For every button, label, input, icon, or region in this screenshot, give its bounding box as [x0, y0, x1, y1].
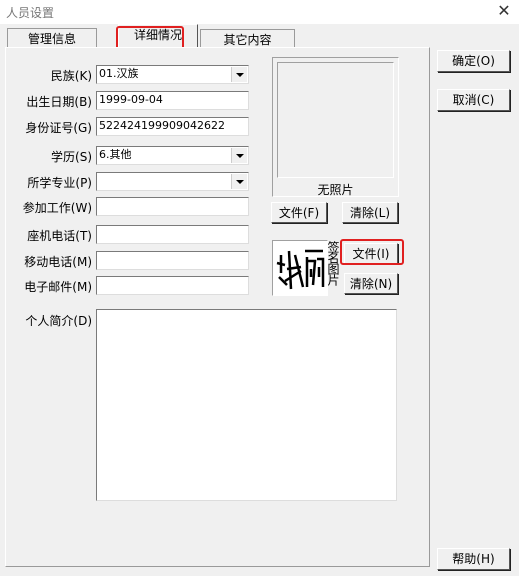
id-number-value: 522424199909042622 [99, 119, 225, 132]
ethnicity-select[interactable]: 01.汉族 [96, 65, 249, 84]
chevron-down-icon[interactable] [231, 67, 247, 82]
tab-label: 管理信息 [27, 32, 76, 46]
mobile-field[interactable] [96, 251, 249, 270]
email-field[interactable] [96, 276, 249, 295]
person-settings-dialog: 人员设置 ✕ 管理信息 详细情况 其它内容 民族(K) 01.汉族 出生日期(B… [0, 0, 519, 576]
photo-box [277, 62, 394, 178]
photo-caption: 无照片 [317, 183, 354, 197]
education-label: 学历(S) [51, 150, 92, 164]
cancel-button[interactable]: 取消(C) [437, 89, 510, 111]
email-label: 电子邮件(M) [24, 280, 92, 294]
help-button[interactable]: 帮助(H) [437, 548, 510, 570]
bio-textarea[interactable] [96, 309, 397, 501]
signature-drawing [276, 249, 325, 290]
photo-file-button[interactable]: 文件(F) [271, 202, 327, 223]
education-select[interactable]: 6.其他 [96, 146, 249, 165]
signature-file-highlight [340, 239, 404, 265]
title-bar: 人员设置 ✕ [0, 0, 519, 24]
id-number-field[interactable]: 522424199909042622 [96, 117, 249, 136]
bio-label: 个人简介(D) [25, 314, 92, 328]
tab-label: 其它内容 [223, 33, 272, 47]
major-label: 所学专业(P) [27, 176, 92, 190]
ethnicity-label: 民族(K) [50, 69, 92, 83]
signature-image [272, 240, 328, 296]
chevron-down-icon[interactable] [231, 174, 247, 189]
education-value: 6.其他 [99, 148, 132, 161]
work-start-field[interactable] [96, 197, 249, 216]
close-icon[interactable]: ✕ [495, 2, 513, 20]
ethnicity-value: 01.汉族 [99, 67, 139, 80]
major-select[interactable] [96, 172, 249, 191]
chevron-down-icon[interactable] [231, 148, 247, 163]
birthdate-field[interactable]: 1999-09-04 [96, 91, 249, 110]
mobile-label: 移动电话(M) [24, 255, 92, 269]
signature-clear-button[interactable]: 清除(N) [344, 273, 398, 294]
id-number-label: 身份证号(G) [25, 121, 92, 135]
ok-button[interactable]: 确定(O) [437, 50, 510, 72]
landline-field[interactable] [96, 225, 249, 244]
work-start-label: 参加工作(W) [22, 201, 92, 215]
window-title: 人员设置 [6, 6, 55, 20]
birthdate-value: 1999-09-04 [99, 93, 163, 106]
landline-label: 座机电话(T) [27, 229, 92, 243]
photo-clear-button[interactable]: 清除(L) [342, 202, 398, 223]
birthdate-label: 出生日期(B) [26, 95, 92, 109]
